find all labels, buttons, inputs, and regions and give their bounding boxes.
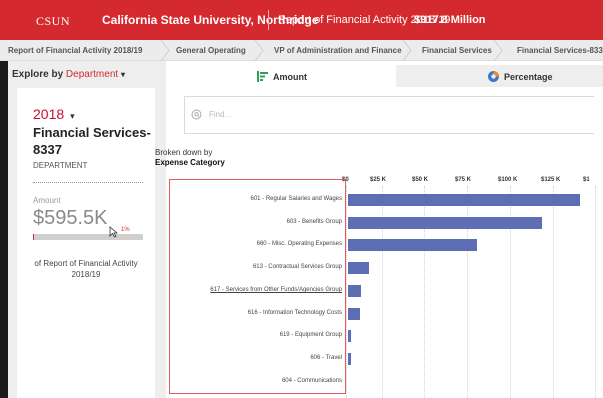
caret-down-icon[interactable]: ▾ xyxy=(121,70,125,79)
x-tick-label: $100 K xyxy=(498,177,518,183)
breadcrumb: Report of Financial Activity 2018/19 Gen… xyxy=(0,40,603,61)
year-value: 2018 xyxy=(33,106,65,122)
explore-by-label: Explore by xyxy=(12,69,64,80)
x-gridline xyxy=(346,186,347,398)
share-progress-fill xyxy=(33,234,35,240)
chart-bar[interactable] xyxy=(348,239,477,252)
entity-type: DEPARTMENT xyxy=(33,161,88,170)
share-percent: 1% xyxy=(121,227,130,233)
chevron-right-icon xyxy=(254,40,264,61)
tab-percentage[interactable]: Percentage xyxy=(396,65,603,87)
chevron-right-icon xyxy=(402,40,412,61)
department-name: Financial Services-8337 xyxy=(33,125,151,157)
x-tick-label: $50 K xyxy=(412,177,429,183)
breadcrumb-item-financial-services[interactable]: Financial Services xyxy=(422,46,492,55)
breakdown-caption: Broken down by Expense Category xyxy=(155,148,225,168)
chevron-right-icon xyxy=(493,40,503,61)
x-tick-label: $1 xyxy=(583,177,590,183)
share-progress-bar xyxy=(33,234,143,240)
mouse-cursor-icon xyxy=(109,226,119,238)
highlight-box xyxy=(169,179,346,394)
chart-bar[interactable] xyxy=(348,262,369,275)
year-selector[interactable]: 2018 ▾ xyxy=(33,106,75,122)
tab-amount-label: Amount xyxy=(273,72,307,82)
search-icon xyxy=(191,109,202,120)
breakdown-dimension[interactable]: Expense Category xyxy=(155,158,225,168)
chart-bar[interactable] xyxy=(348,330,352,343)
x-tick-label: $75 K xyxy=(455,177,472,183)
search-box[interactable]: Find... xyxy=(184,96,594,134)
breadcrumb-item-current[interactable]: Financial Services-8337 xyxy=(517,46,603,55)
chart-bar[interactable] xyxy=(348,352,352,365)
left-edge-bar xyxy=(0,61,8,398)
divider xyxy=(33,182,143,183)
breadcrumb-item-report[interactable]: Report of Financial Activity 2018/19 xyxy=(8,46,142,55)
explore-by-value[interactable]: Department xyxy=(66,69,118,80)
report-total: $917.8 Million xyxy=(414,14,486,26)
chart-bar[interactable] xyxy=(348,307,361,320)
of-report-caption: of Report of Financial Activity 2018/19 xyxy=(34,259,138,279)
chart-bar[interactable] xyxy=(348,284,361,297)
breadcrumb-item-vp-admin-finance[interactable]: VP of Administration and Finance xyxy=(274,46,402,55)
breakdown-line1: Broken down by xyxy=(155,148,213,157)
chart-bar[interactable] xyxy=(348,194,581,206)
caret-down-icon[interactable]: ▾ xyxy=(70,111,75,121)
amount-value: $595.5K xyxy=(33,207,108,229)
x-gridline xyxy=(553,186,554,398)
top-header: CSUN California State University, Northr… xyxy=(0,0,603,40)
search-placeholder[interactable]: Find... xyxy=(209,110,231,119)
x-gridline xyxy=(595,186,596,398)
explore-by-control[interactable]: Explore by Department ▾ xyxy=(12,69,125,80)
bar-chart-icon xyxy=(257,71,268,82)
breadcrumb-item-general-operating[interactable]: General Operating xyxy=(176,46,246,55)
tab-percentage-label: Percentage xyxy=(504,72,553,82)
chevron-right-icon xyxy=(160,40,170,61)
header-divider xyxy=(268,10,269,30)
x-tick-label: $25 K xyxy=(370,177,387,183)
tab-amount[interactable]: Amount xyxy=(166,65,396,87)
chart-bar[interactable] xyxy=(348,216,542,229)
pie-chart-icon xyxy=(488,71,499,82)
department-summary-card: 2018 ▾ Financial Services-8337 DEPARTMENT… xyxy=(17,88,155,398)
csun-logo[interactable]: CSUN xyxy=(36,14,70,29)
x-tick-label: $125 K xyxy=(541,177,561,183)
amount-label: Amount xyxy=(33,196,61,205)
